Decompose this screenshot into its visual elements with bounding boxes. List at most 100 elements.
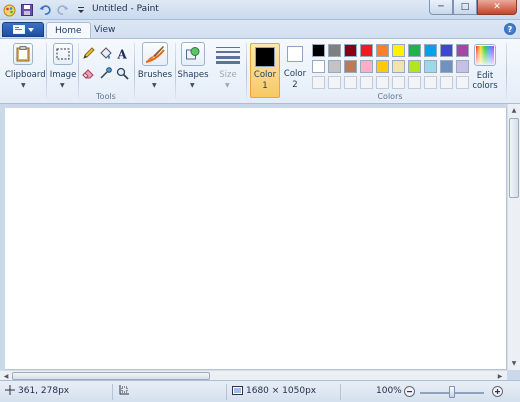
palette-color-swatch[interactable] bbox=[424, 44, 437, 57]
tools-group-label: Tools bbox=[96, 92, 116, 101]
chevron-down-icon: ▼ bbox=[60, 82, 65, 89]
ribbon: Clipboard ▼ Image ▼ A Tools Brushes ▼ Sh… bbox=[0, 38, 520, 104]
chevron-down-icon: ▼ bbox=[21, 82, 26, 89]
zoom-out-icon[interactable] bbox=[404, 386, 415, 400]
clipboard-label: Clipboard bbox=[5, 70, 46, 80]
group-divider bbox=[246, 43, 247, 99]
custom-color-swatch[interactable] bbox=[392, 76, 405, 89]
shapes-group[interactable]: Shapes ▼ bbox=[177, 41, 209, 103]
paint-window: Untitled - Paint ─ □ ✕ Home View ? Clipb… bbox=[0, 0, 520, 402]
close-button[interactable]: ✕ bbox=[477, 0, 517, 15]
window-title: Untitled - Paint bbox=[92, 4, 159, 14]
help-icon[interactable]: ? bbox=[504, 23, 516, 35]
custom-color-swatch[interactable] bbox=[344, 76, 357, 89]
svg-text:A: A bbox=[117, 48, 128, 61]
palette-color-swatch[interactable] bbox=[424, 60, 437, 73]
vertical-scroll-thumb[interactable] bbox=[509, 118, 519, 198]
palette-color-swatch[interactable] bbox=[440, 44, 453, 57]
tools-group: A Tools bbox=[80, 41, 132, 103]
color-picker-icon[interactable] bbox=[97, 65, 114, 82]
paint-menu-button[interactable] bbox=[2, 22, 44, 37]
colors-group: Colors bbox=[310, 41, 470, 103]
color1-button[interactable]: Color 1 bbox=[250, 43, 280, 98]
save-icon[interactable] bbox=[20, 3, 34, 17]
palette-color-swatch[interactable] bbox=[360, 60, 373, 73]
text-icon[interactable]: A bbox=[114, 45, 131, 62]
palette-color-swatch[interactable] bbox=[392, 44, 405, 57]
cursor-position-icon bbox=[5, 385, 15, 398]
group-divider bbox=[175, 43, 176, 99]
custom-color-swatch[interactable] bbox=[440, 76, 453, 89]
scroll-up-icon[interactable]: ▲ bbox=[509, 105, 519, 115]
custom-color-swatch[interactable] bbox=[312, 76, 325, 89]
image-group[interactable]: Image ▼ bbox=[48, 41, 78, 103]
palette-color-swatch[interactable] bbox=[376, 60, 389, 73]
palette-color-swatch[interactable] bbox=[312, 44, 325, 57]
fill-icon[interactable] bbox=[97, 45, 114, 62]
drawing-canvas[interactable] bbox=[5, 108, 507, 370]
palette-color-swatch[interactable] bbox=[392, 60, 405, 73]
tab-home[interactable]: Home bbox=[46, 22, 91, 38]
zoom-in-icon[interactable] bbox=[492, 386, 503, 400]
image-label: Image bbox=[49, 70, 77, 80]
palette-color-swatch[interactable] bbox=[456, 44, 469, 57]
shapes-label: Shapes bbox=[177, 70, 209, 80]
cursor-position: 361, 278px bbox=[18, 386, 70, 396]
palette-color-swatch[interactable] bbox=[328, 44, 341, 57]
magnifier-icon[interactable] bbox=[114, 65, 131, 82]
zoom-slider-thumb[interactable] bbox=[449, 386, 455, 398]
palette-color-swatch[interactable] bbox=[376, 44, 389, 57]
brushes-group[interactable]: Brushes ▼ bbox=[136, 41, 174, 103]
group-divider bbox=[134, 43, 135, 99]
palette-color-swatch[interactable] bbox=[312, 60, 325, 73]
eraser-icon[interactable] bbox=[80, 65, 97, 82]
paint-app-icon[interactable] bbox=[2, 3, 16, 17]
shapes-icon bbox=[181, 42, 205, 66]
image-size: 1680 × 1050px bbox=[246, 386, 317, 396]
custom-color-swatch[interactable] bbox=[424, 76, 437, 89]
edit-colors-button[interactable]: Edit colors bbox=[470, 41, 500, 103]
ribbon-tab-row: Home View ? bbox=[0, 20, 520, 38]
image-size-icon bbox=[232, 385, 243, 399]
clipboard-group[interactable]: Clipboard ▼ bbox=[2, 41, 46, 103]
size-label: Size bbox=[219, 70, 237, 80]
title-bar: Untitled - Paint ─ □ ✕ bbox=[0, 0, 520, 20]
paint-menu-icon bbox=[12, 25, 25, 34]
custom-color-swatch[interactable] bbox=[360, 76, 373, 89]
palette-color-swatch[interactable] bbox=[408, 60, 421, 73]
edit-colors-label: Edit bbox=[476, 71, 494, 81]
pencil-icon[interactable] bbox=[80, 45, 97, 62]
minimize-button[interactable]: ─ bbox=[429, 0, 453, 15]
undo-icon[interactable] bbox=[38, 3, 52, 17]
palette-color-swatch[interactable] bbox=[328, 60, 341, 73]
custom-color-swatch[interactable] bbox=[328, 76, 341, 89]
scroll-down-icon[interactable]: ▼ bbox=[509, 358, 519, 368]
color2-button[interactable]: Color 2 bbox=[282, 43, 308, 105]
horizontal-scroll-thumb[interactable] bbox=[12, 372, 210, 380]
tab-view[interactable]: View bbox=[86, 22, 123, 38]
redo-icon[interactable] bbox=[56, 3, 70, 17]
size-group[interactable]: Size ▼ bbox=[211, 41, 245, 103]
custom-color-swatch[interactable] bbox=[376, 76, 389, 89]
maximize-button[interactable]: □ bbox=[453, 0, 477, 15]
clipboard-icon bbox=[13, 43, 33, 65]
horizontal-scrollbar[interactable]: ◀ ▶ bbox=[0, 370, 507, 380]
vertical-scrollbar[interactable]: ▲ ▼ bbox=[507, 104, 520, 370]
palette-color-swatch[interactable] bbox=[344, 44, 357, 57]
customize-qat-icon[interactable] bbox=[74, 3, 88, 17]
selection-size-icon bbox=[118, 385, 129, 399]
edit-colors-label-2: colors bbox=[472, 81, 498, 91]
group-divider bbox=[46, 43, 47, 99]
custom-color-swatch[interactable] bbox=[408, 76, 421, 89]
group-divider bbox=[78, 43, 79, 99]
brush-icon bbox=[142, 42, 168, 66]
status-bar: 361, 278px 1680 × 1050px 100% bbox=[0, 380, 520, 402]
palette-color-swatch[interactable] bbox=[360, 44, 373, 57]
colors-group-label: Colors bbox=[377, 92, 403, 101]
palette-color-swatch[interactable] bbox=[440, 60, 453, 73]
color1-label: Color bbox=[253, 70, 277, 80]
palette-color-swatch[interactable] bbox=[408, 44, 421, 57]
window-controls: ─ □ ✕ bbox=[429, 0, 517, 17]
palette-color-swatch[interactable] bbox=[344, 60, 357, 73]
color1-number: 1 bbox=[262, 81, 268, 91]
